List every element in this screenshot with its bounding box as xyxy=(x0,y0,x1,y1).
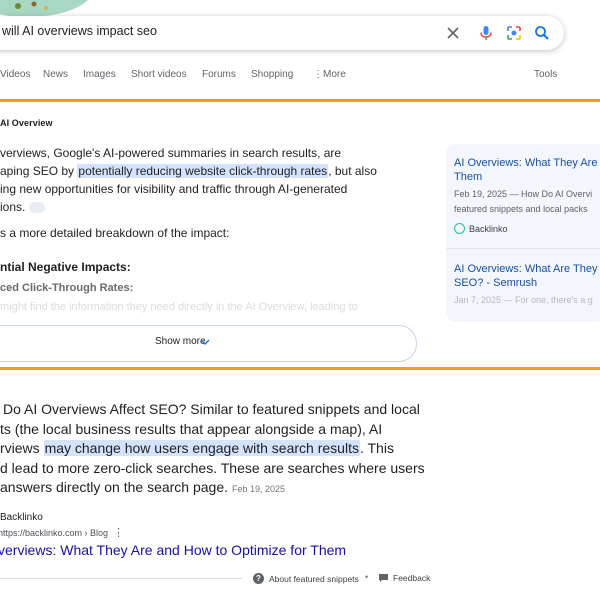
ai-line-2-post: , but also xyxy=(328,164,377,178)
ai-breakdown-text: s a more detailed breakdown of the impac… xyxy=(0,226,230,240)
tab-news[interactable]: News xyxy=(43,69,68,80)
ai-overview-summary: verviews, Google's AI-powered summaries … xyxy=(0,144,430,216)
result-menu-icon[interactable]: ⋮ xyxy=(113,526,124,539)
source-divider xyxy=(446,248,600,249)
ai-line-4: ions. xyxy=(0,200,26,214)
snippet-line-2: ts (the local business results that appe… xyxy=(0,420,383,437)
about-featured-snippets-link[interactable]: About featured snippets xyxy=(269,574,359,584)
backlinko-favicon-icon xyxy=(454,223,465,234)
source-meta-1b: featured snippets and local packs xyxy=(454,204,588,214)
ai-line-3: ing new opportunities for visibility and… xyxy=(0,182,348,196)
ai-highlight: potentially reducing website click-throu… xyxy=(77,164,329,178)
tab-images[interactable]: Images xyxy=(83,69,116,80)
source-title-2b[interactable]: SEO? - Semrush xyxy=(454,276,537,290)
tab-short-videos[interactable]: Short videos xyxy=(131,69,187,80)
chevron-down-icon xyxy=(200,339,210,346)
tab-more[interactable]: More xyxy=(323,69,346,80)
tools-button[interactable]: Tools xyxy=(534,69,557,80)
show-more-button[interactable]: Show more xyxy=(0,325,417,362)
source-meta-2: Jan 7, 2025 — For one, there's a g xyxy=(454,295,593,305)
microphone-icon[interactable] xyxy=(477,24,495,42)
faded-text: might find the information they need dir… xyxy=(0,301,358,313)
search-bar[interactable]: will AI overviews impact seo xyxy=(0,16,564,50)
footer-divider xyxy=(0,578,242,579)
snippet-line-1: Do AI Overviews Affect SEO? Similar to f… xyxy=(3,401,420,417)
help-icon[interactable]: ? xyxy=(253,573,264,584)
search-input[interactable]: will AI overviews impact seo xyxy=(2,24,157,38)
link-icon[interactable] xyxy=(29,202,46,214)
click-through-subheading: ced Click-Through Rates: xyxy=(0,282,134,294)
result-site-name[interactable]: Backlinko xyxy=(0,512,43,523)
ai-overview-label: AI Overview xyxy=(0,118,53,128)
result-url[interactable]: https://backlinko.com › Blog xyxy=(0,528,108,538)
source-title-1b[interactable]: Them xyxy=(454,170,482,184)
tab-videos[interactable]: Videos xyxy=(0,69,30,80)
feedback-icon[interactable] xyxy=(379,574,388,582)
more-dots-icon[interactable]: ⋮ xyxy=(313,69,323,80)
result-title-link[interactable]: verviews: What They Are and How to Optim… xyxy=(0,542,346,558)
negative-impacts-heading: ntial Negative Impacts: xyxy=(0,260,131,274)
ai-sources-panel: AI Overviews: What They Are Them Feb 19,… xyxy=(446,144,600,322)
ai-overview-panel: AI Overview verviews, Google's AI-powere… xyxy=(0,99,600,370)
snippet-line-5: answers directly on the search page. xyxy=(0,479,229,495)
featured-snippet: Do AI Overviews Affect SEO? Similar to f… xyxy=(0,400,432,500)
tab-forums[interactable]: Forums xyxy=(202,69,236,80)
snippet-line-3-post: . This xyxy=(359,440,394,456)
feedback-link[interactable]: Feedback xyxy=(393,573,430,583)
source-title-1[interactable]: AI Overviews: What They Are xyxy=(454,156,597,170)
ai-line-1: verviews, Google's AI-powered summaries … xyxy=(0,146,342,160)
snippet-date: Feb 19, 2025 xyxy=(232,484,286,494)
snippet-highlight: may change how users engage with search … xyxy=(43,440,360,456)
snippet-line-4: d lead to more zero-click searches. Thes… xyxy=(0,459,425,476)
footer-separator: • xyxy=(365,572,369,582)
ai-line-2-pre: aping SEO by xyxy=(0,164,78,178)
search-icon[interactable] xyxy=(533,24,551,42)
search-tabs: Videos News Images Short videos Forums S… xyxy=(0,64,600,86)
lens-icon[interactable] xyxy=(505,24,523,42)
source-meta-1: Feb 19, 2025 — How Do AI Overvi xyxy=(454,189,593,199)
source-site-1: Backlinko xyxy=(469,224,508,234)
show-more-label: Show more xyxy=(155,336,206,347)
snippet-line-3-pre: rviews xyxy=(0,440,44,456)
source-title-2[interactable]: AI Overviews: What Are They xyxy=(454,262,597,276)
clear-icon[interactable] xyxy=(444,24,462,42)
tab-shopping[interactable]: Shopping xyxy=(251,69,293,80)
